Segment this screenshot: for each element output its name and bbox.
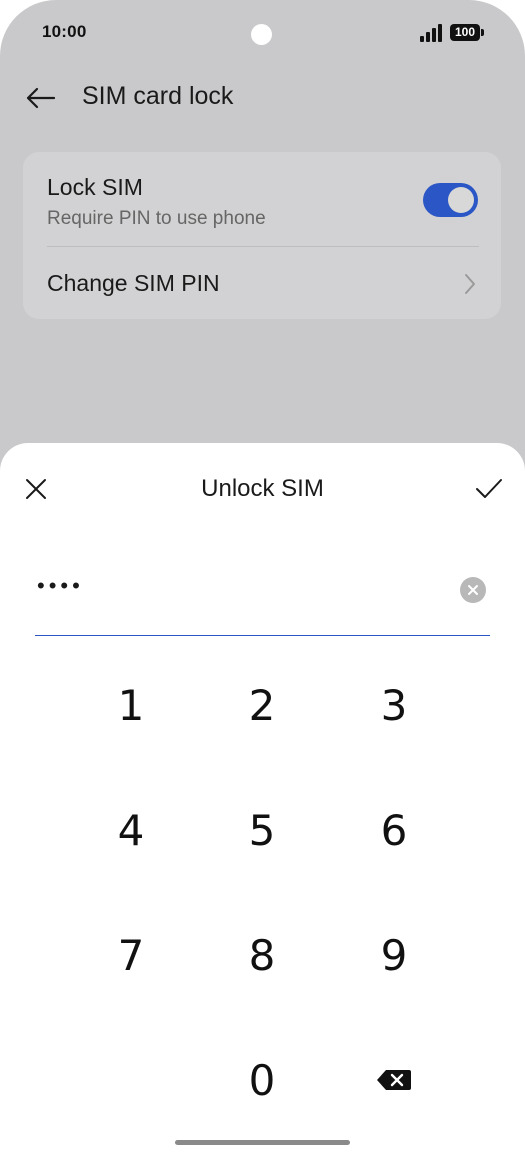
status-time: 10:00 bbox=[42, 22, 87, 41]
key-5[interactable]: 5 bbox=[202, 780, 322, 880]
key-4[interactable]: 4 bbox=[71, 780, 191, 880]
key-7[interactable]: 7 bbox=[71, 905, 191, 1005]
battery-icon: 100 bbox=[450, 24, 480, 41]
key-8[interactable]: 8 bbox=[202, 905, 322, 1005]
confirm-button[interactable] bbox=[468, 469, 510, 509]
dialog-title: Unlock SIM bbox=[201, 475, 324, 502]
key-2[interactable]: 2 bbox=[202, 655, 322, 755]
change-sim-pin-row[interactable]: Change SIM PIN bbox=[23, 247, 501, 319]
pin-input[interactable]: •••• bbox=[35, 563, 490, 636]
toggle-knob bbox=[448, 187, 474, 213]
backspace-icon bbox=[377, 1070, 411, 1090]
check-icon bbox=[476, 479, 502, 498]
key-1[interactable]: 1 bbox=[71, 655, 191, 755]
lock-sim-row[interactable]: Lock SIM Require PIN to use phone bbox=[23, 152, 501, 246]
home-indicator[interactable] bbox=[175, 1140, 350, 1145]
lock-sim-toggle[interactable] bbox=[423, 183, 478, 217]
unlock-sim-sheet: Unlock SIM •••• 1 2 3 4 5 6 7 8 9 0 bbox=[0, 443, 525, 1156]
status-bar: 10:00 100 bbox=[0, 0, 525, 66]
page-title: SIM card lock bbox=[82, 82, 234, 110]
pin-value: •••• bbox=[37, 573, 84, 598]
key-3[interactable]: 3 bbox=[334, 655, 454, 755]
front-camera bbox=[251, 24, 272, 45]
phone-screen: 10:00 100 SIM card lock Lock SIM Require… bbox=[0, 0, 525, 1156]
lock-sim-title: Lock SIM bbox=[47, 174, 143, 200]
signal-icon bbox=[420, 24, 442, 42]
back-button[interactable] bbox=[20, 78, 60, 118]
lock-sim-subtitle: Require PIN to use phone bbox=[47, 208, 266, 229]
key-6[interactable]: 6 bbox=[334, 780, 454, 880]
chevron-right-icon bbox=[465, 274, 475, 294]
key-9[interactable]: 9 bbox=[334, 905, 454, 1005]
change-sim-pin-title: Change SIM PIN bbox=[47, 270, 220, 296]
clear-pin-button[interactable] bbox=[460, 577, 486, 603]
backspace-button[interactable] bbox=[334, 1030, 454, 1130]
arrow-left-icon bbox=[26, 87, 56, 109]
battery-tip bbox=[481, 29, 484, 36]
sim-lock-settings-card: Lock SIM Require PIN to use phone Change… bbox=[23, 152, 501, 319]
key-0[interactable]: 0 bbox=[202, 1030, 322, 1130]
clear-circle-icon bbox=[468, 585, 478, 595]
